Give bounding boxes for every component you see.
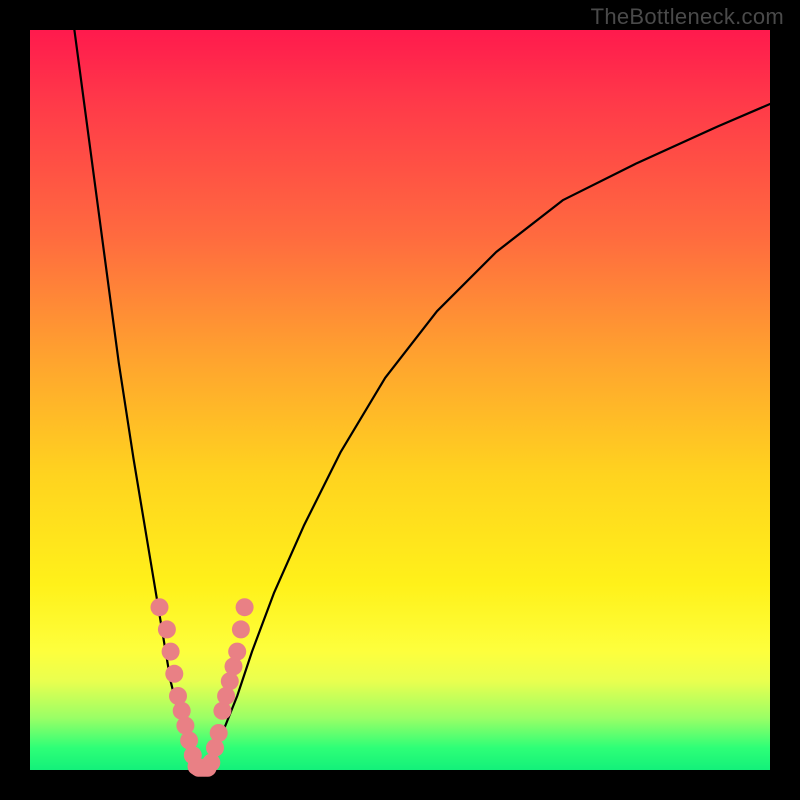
right-dots-point (232, 620, 250, 638)
right-dots-point (236, 598, 254, 616)
right-dots-point (228, 643, 246, 661)
left-dots-point (151, 598, 169, 616)
left-curve (74, 30, 198, 770)
right-curve (208, 104, 770, 770)
chart-frame: TheBottleneck.com (0, 0, 800, 800)
left-dots-point (158, 620, 176, 638)
chart-plot-area (30, 30, 770, 770)
right-dots-point (210, 724, 228, 742)
left-dots-point (162, 643, 180, 661)
curve-layer (74, 30, 770, 770)
watermark-text: TheBottleneck.com (591, 4, 784, 30)
dot-layer (151, 598, 254, 777)
left-dots-point (165, 665, 183, 683)
chart-svg (30, 30, 770, 770)
